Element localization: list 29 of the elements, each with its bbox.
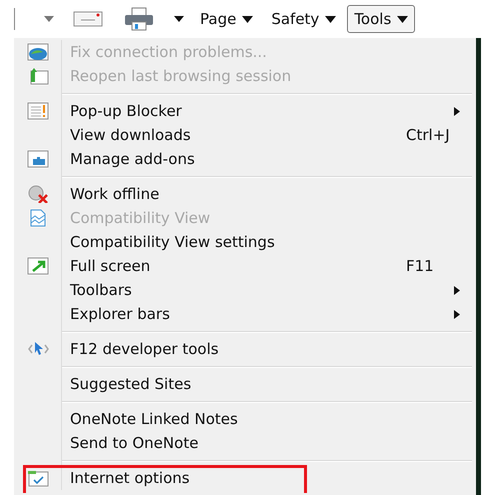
- toolbar-menu-button[interactable]: Safety: [264, 5, 344, 33]
- caret-icon: [397, 16, 408, 22]
- menu-item[interactable]: Manage add-ons: [62, 150, 476, 168]
- menu-item[interactable]: Work offline: [62, 185, 476, 203]
- disconnected-globe-icon: [26, 185, 48, 203]
- toolbar-menu-button[interactable]: Page: [193, 5, 260, 33]
- options-window-icon: [26, 469, 48, 487]
- menu-item[interactable]: Internet options: [62, 469, 476, 487]
- globe-icon: [26, 43, 48, 61]
- menu-item[interactable]: Toolbars: [62, 281, 454, 299]
- menu-item[interactable]: OneNote Linked Notes: [62, 410, 476, 428]
- caret-icon: [242, 16, 254, 22]
- menu-item[interactable]: Send to OneNote: [62, 434, 476, 452]
- warning-window-icon: [26, 102, 48, 120]
- menu-item[interactable]: Explorer bars: [62, 305, 454, 323]
- menu-item[interactable]: Full screen: [62, 257, 406, 275]
- menu-item[interactable]: View downloads: [62, 126, 406, 144]
- menu-item[interactable]: Suggested Sites: [62, 375, 476, 393]
- shortcut-text: F11: [406, 257, 435, 275]
- printer-icon[interactable]: [123, 7, 155, 31]
- shortcut-text: Ctrl+J: [406, 126, 451, 144]
- menu-item[interactable]: Pop-up Blocker: [62, 102, 454, 120]
- menu-item[interactable]: Compatibility View settings: [62, 233, 476, 251]
- dropdown-caret-icon[interactable]: [173, 15, 185, 23]
- menu-item[interactable]: F12 developer tools: [62, 340, 476, 358]
- cursor-brackets-icon: [26, 340, 48, 358]
- toolbar-menu-button[interactable]: Tools: [347, 5, 416, 33]
- caret-icon: [325, 16, 336, 22]
- mail-icon[interactable]: [73, 11, 103, 27]
